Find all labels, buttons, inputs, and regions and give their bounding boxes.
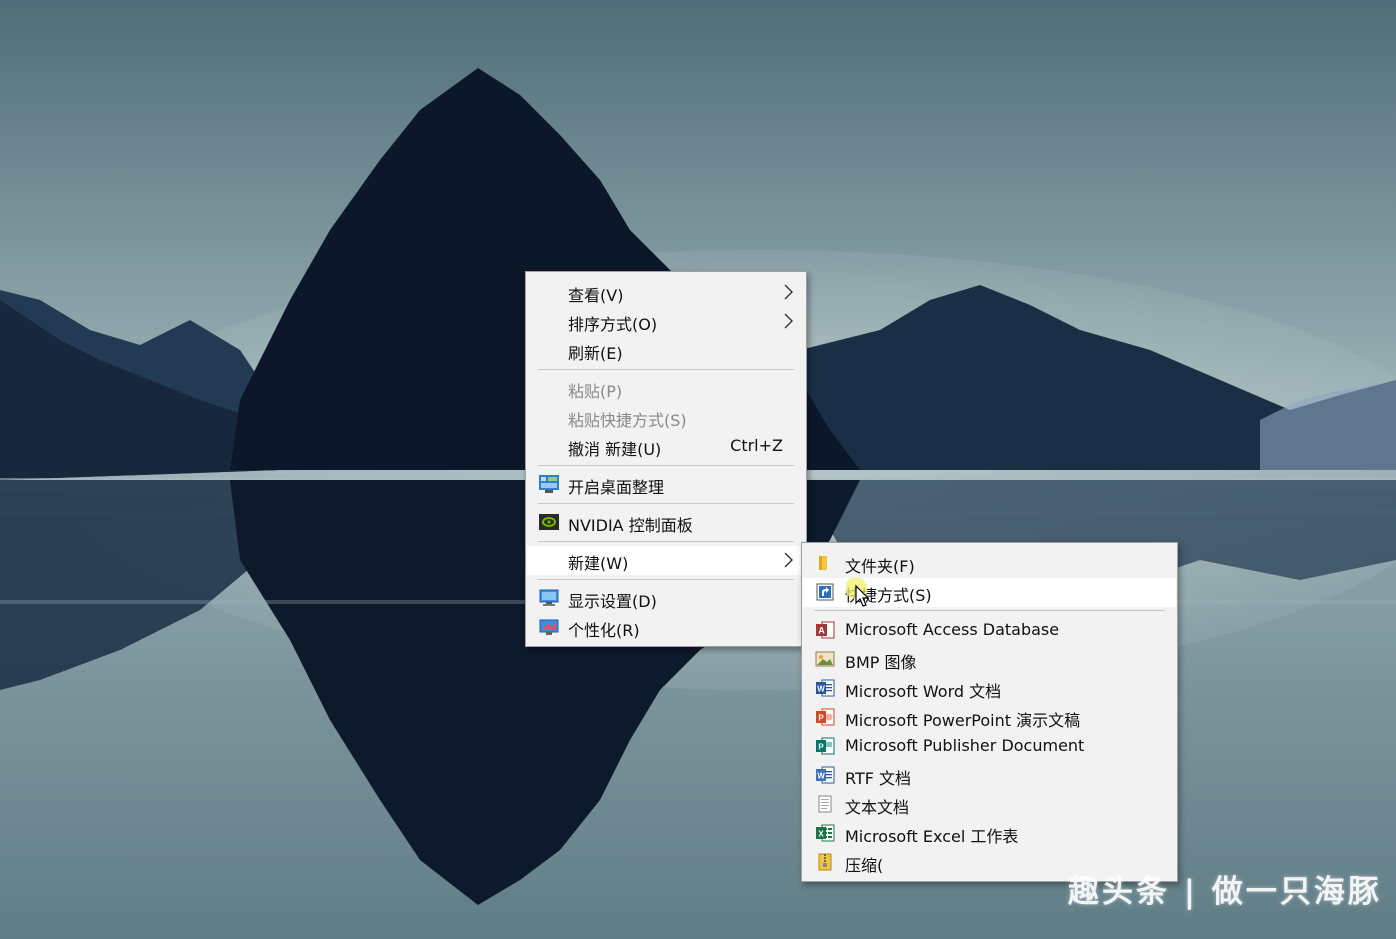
menu-item-undo-new[interactable]: 撤消 新建(U) Ctrl+Z	[527, 432, 805, 461]
menu-item-label: 新建(W)	[568, 554, 629, 573]
nvidia-icon	[539, 514, 559, 530]
submenu-item-label: 文本文档	[845, 798, 910, 817]
chevron-right-icon	[784, 284, 793, 300]
personalize-icon	[539, 619, 559, 635]
submenu-item-label: Microsoft Access Database	[845, 620, 1060, 639]
menu-separator	[538, 465, 794, 466]
zip-icon	[818, 853, 832, 871]
submenu-item-label: BMP 图像	[845, 653, 917, 672]
menu-separator	[538, 579, 794, 580]
submenu-item-excel-worksheet[interactable]: X Microsoft Excel 工作表	[803, 819, 1176, 848]
publisher-icon: P	[816, 737, 835, 755]
menu-item-label: 开启桌面整理	[568, 478, 665, 497]
menu-item-desktop-organize[interactable]: 开启桌面整理	[527, 470, 805, 499]
menu-item-nvidia-control-panel[interactable]: NVIDIA 控制面板	[527, 508, 805, 537]
menu-item-label: 个性化(R)	[568, 621, 640, 640]
menu-item-paste: 粘贴(P)	[527, 374, 805, 403]
submenu-item-word-document[interactable]: W Microsoft Word 文档	[803, 674, 1176, 703]
submenu-item-label: Microsoft Word 文档	[845, 682, 1002, 701]
menu-separator	[538, 503, 794, 504]
submenu-item-powerpoint[interactable]: P Microsoft PowerPoint 演示文稿	[803, 703, 1176, 732]
svg-text:P: P	[818, 714, 824, 723]
submenu-item-label: Microsoft Publisher Document	[845, 736, 1085, 755]
submenu-item-label: 压缩(	[845, 856, 884, 875]
submenu-item-label: Microsoft Excel 工作表	[845, 827, 1019, 846]
menu-item-view[interactable]: 查看(V)	[527, 278, 805, 307]
chevron-right-icon	[784, 552, 793, 568]
svg-text:W: W	[817, 685, 825, 694]
submenu-item-label: RTF 文档	[845, 769, 912, 788]
svg-text:W: W	[817, 772, 825, 781]
folder-icon	[819, 556, 827, 570]
text-file-icon	[818, 795, 832, 813]
menu-item-paste-shortcut: 粘贴快捷方式(S)	[527, 403, 805, 432]
submenu-item-label: 文件夹(F)	[845, 557, 915, 576]
submenu-item-bmp-image[interactable]: BMP 图像	[803, 645, 1176, 674]
submenu-item-label: Microsoft PowerPoint 演示文稿	[845, 711, 1081, 730]
submenu-item-folder[interactable]: 文件夹(F)	[803, 549, 1176, 578]
submenu-item-access-database[interactable]: A Microsoft Access Database	[803, 616, 1176, 645]
menu-item-label: 显示设置(D)	[568, 592, 657, 611]
menu-item-new[interactable]: 新建(W)	[527, 546, 805, 575]
desktop-context-menu: 查看(V) 排序方式(O) 刷新(E) 粘贴(P) 粘贴快捷方式(S) 撤消 新…	[525, 271, 807, 647]
svg-text:X: X	[818, 830, 824, 839]
menu-item-personalize[interactable]: 个性化(R)	[527, 613, 805, 642]
menu-item-shortcut: Ctrl+Z	[730, 436, 783, 455]
watermark: 趣头条 | 做一只海豚	[1068, 874, 1382, 910]
menu-item-label: 刷新(E)	[568, 344, 623, 363]
menu-item-refresh[interactable]: 刷新(E)	[527, 336, 805, 365]
menu-item-display-settings[interactable]: 显示设置(D)	[527, 584, 805, 613]
svg-text:P: P	[818, 743, 824, 752]
bmp-icon	[815, 651, 835, 667]
powerpoint-icon: P	[816, 708, 835, 726]
excel-icon: X	[816, 824, 835, 842]
display-icon	[539, 589, 559, 606]
menu-item-label: 查看(V)	[568, 286, 624, 305]
submenu-item-text-document[interactable]: 文本文档	[803, 790, 1176, 819]
access-icon: A	[816, 621, 835, 639]
desktop-organize-icon	[539, 475, 559, 493]
chevron-right-icon	[784, 313, 793, 329]
menu-separator	[538, 541, 794, 542]
submenu-item-rtf-document[interactable]: W RTF 文档	[803, 761, 1176, 790]
mouse-cursor-icon	[846, 578, 870, 607]
menu-item-label: 粘贴快捷方式(S)	[568, 411, 687, 430]
submenu-item-publisher[interactable]: P Microsoft Publisher Document	[803, 732, 1176, 761]
menu-item-sort-by[interactable]: 排序方式(O)	[527, 307, 805, 336]
menu-item-label: 粘贴(P)	[568, 382, 623, 401]
svg-text:A: A	[818, 626, 825, 636]
rtf-icon: W	[816, 766, 835, 784]
shortcut-icon	[816, 583, 834, 601]
word-icon: W	[816, 679, 835, 697]
menu-separator	[538, 369, 794, 370]
menu-item-label: 排序方式(O)	[568, 315, 658, 334]
menu-item-label: NVIDIA 控制面板	[568, 516, 693, 535]
menu-item-label: 撤消 新建(U)	[568, 440, 662, 459]
